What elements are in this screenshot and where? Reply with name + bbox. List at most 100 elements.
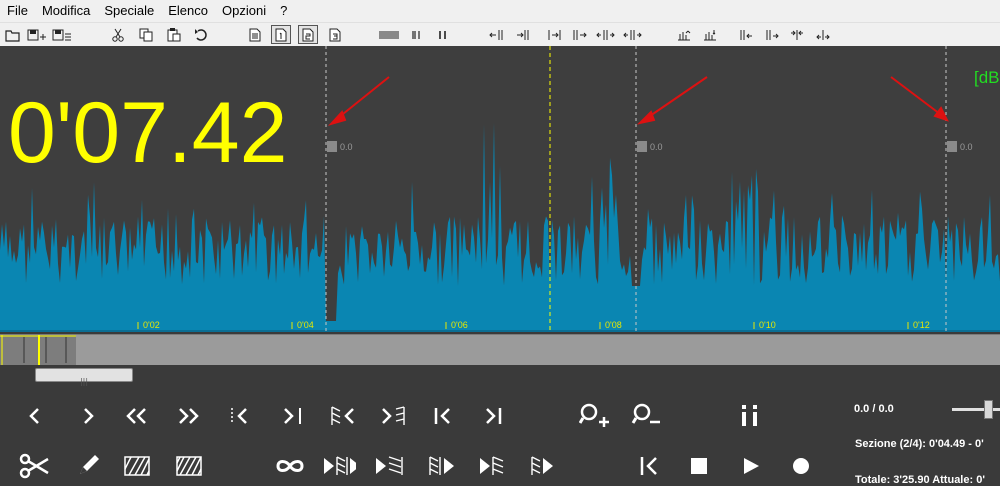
- marker-multi-2-icon[interactable]: [623, 25, 643, 44]
- document-icon[interactable]: [245, 25, 265, 44]
- menu-opzioni[interactable]: Opzioni: [215, 0, 273, 22]
- cut-icon: [19, 453, 49, 479]
- prev-button[interactable]: [17, 402, 51, 430]
- totals-readout: Totale: 3'25.90 Attuale: 0': [855, 474, 985, 486]
- fade-out-icon: [176, 456, 202, 476]
- menu-elenco[interactable]: Elenco: [161, 0, 215, 22]
- play-selection-icon: [324, 456, 356, 475]
- zoom-in-icon: [579, 403, 609, 427]
- select-left-button[interactable]: [326, 402, 360, 430]
- next-button[interactable]: [72, 402, 106, 430]
- go-first-button[interactable]: [632, 452, 666, 480]
- pause-bars-icon[interactable]: [433, 25, 453, 44]
- go-first-icon: [640, 457, 657, 475]
- play-next-icon: [531, 456, 553, 475]
- split-center-icon[interactable]: [787, 25, 807, 44]
- save-icon[interactable]: [27, 25, 47, 44]
- go-marker-left-button[interactable]: [224, 402, 258, 430]
- timeline-label: 0'06: [451, 320, 468, 330]
- record-icon: [793, 458, 809, 474]
- level-readout: 0.0 / 0.0: [854, 403, 894, 415]
- save-list-icon[interactable]: [52, 25, 72, 44]
- play-selection-button[interactable]: [322, 452, 356, 480]
- zoom-out-button[interactable]: [629, 401, 663, 429]
- menu-file[interactable]: File: [0, 0, 35, 22]
- rewind-button[interactable]: [120, 402, 154, 430]
- marker-left-icon[interactable]: [487, 25, 507, 44]
- time-display: 0'07.42: [8, 85, 288, 181]
- edit-button[interactable]: [71, 452, 105, 480]
- marker-level-label: 0.0: [650, 142, 663, 152]
- record-button[interactable]: [784, 452, 818, 480]
- play-region-icon: [429, 456, 454, 475]
- marker-bars-icon[interactable]: [407, 25, 427, 44]
- prev-icon: [29, 408, 39, 424]
- annotation-arrow-icon: [890, 76, 949, 122]
- stop-icon: [691, 458, 707, 474]
- go-start-icon: [434, 408, 450, 424]
- go-end-icon: [486, 408, 502, 424]
- volume-slider-thumb[interactable]: [984, 400, 993, 419]
- marker-both-icon[interactable]: [545, 25, 565, 44]
- info-icon: [742, 405, 757, 426]
- play-from-button[interactable]: [478, 452, 512, 480]
- play-icon: [744, 458, 759, 474]
- fade-out-button[interactable]: [172, 452, 206, 480]
- marker-split-icon[interactable]: [570, 25, 590, 44]
- marker-right-icon[interactable]: [512, 25, 532, 44]
- horizontal-scrollbar[interactable]: |||: [35, 368, 133, 386]
- loop-button[interactable]: [273, 452, 307, 480]
- select-right-button[interactable]: [376, 402, 410, 430]
- copy-icon[interactable]: [136, 25, 156, 44]
- go-marker-left-icon: [231, 408, 247, 424]
- level-down-icon[interactable]: [700, 25, 720, 44]
- db-label: [dB: [974, 68, 1000, 87]
- split-outer-icon[interactable]: [813, 25, 833, 44]
- waveform-icon[interactable]: [379, 25, 399, 44]
- fast-forward-button[interactable]: [172, 402, 206, 430]
- play-region-button[interactable]: [428, 452, 462, 480]
- document-3-icon[interactable]: [325, 25, 345, 44]
- menu-bar: File Modifica Speciale Elenco Opzioni ?: [0, 0, 1000, 23]
- select-right-icon: [382, 406, 405, 425]
- open-folder-icon[interactable]: [3, 25, 23, 44]
- play-button[interactable]: [734, 452, 768, 480]
- split-left-icon[interactable]: [736, 25, 756, 44]
- marker-multi-icon[interactable]: [596, 25, 616, 44]
- play-to-end-button[interactable]: [374, 452, 408, 480]
- fade-in-button[interactable]: [120, 452, 154, 480]
- edit-icon: [80, 455, 99, 474]
- cut-button[interactable]: [18, 452, 52, 480]
- stop-button[interactable]: [682, 452, 716, 480]
- undo-icon[interactable]: [191, 25, 211, 44]
- go-marker-right-button[interactable]: [274, 402, 308, 430]
- marker-level-label: 0.0: [960, 142, 973, 152]
- overview-markers: [0, 335, 76, 365]
- zoom-in-button[interactable]: [578, 401, 612, 429]
- info-button[interactable]: [733, 401, 767, 429]
- timeline-label: 0'08: [605, 320, 622, 330]
- go-start-button[interactable]: [426, 402, 460, 430]
- overview-bar[interactable]: [0, 334, 1000, 365]
- menu-speciale[interactable]: Speciale: [97, 0, 161, 22]
- select-left-icon: [331, 406, 354, 425]
- go-end-button[interactable]: [476, 402, 510, 430]
- waveform-view[interactable]: 0'07.42 [dB 0.0 0.0 0.0 0'02 0'04 0'06 0…: [0, 46, 1000, 332]
- marker-handle: [637, 141, 647, 152]
- marker-level-label: 0.0: [340, 142, 353, 152]
- marker-handle: [327, 141, 337, 152]
- document-1-icon[interactable]: [271, 25, 291, 44]
- menu-help[interactable]: ?: [273, 0, 294, 22]
- paste-icon[interactable]: [164, 25, 184, 44]
- play-next-button[interactable]: [530, 452, 564, 480]
- menu-modifica[interactable]: Modifica: [35, 0, 97, 22]
- split-right-icon[interactable]: [762, 25, 782, 44]
- annotation-arrow-icon: [636, 76, 708, 125]
- zoom-out-icon: [631, 403, 660, 424]
- scroll-grip-icon: |||: [79, 377, 89, 386]
- timeline-label: 0'10: [759, 320, 776, 330]
- level-up-icon[interactable]: [674, 25, 694, 44]
- timeline-label: 0'02: [143, 320, 160, 330]
- document-2-icon[interactable]: [298, 25, 318, 44]
- cut-icon[interactable]: [108, 25, 128, 44]
